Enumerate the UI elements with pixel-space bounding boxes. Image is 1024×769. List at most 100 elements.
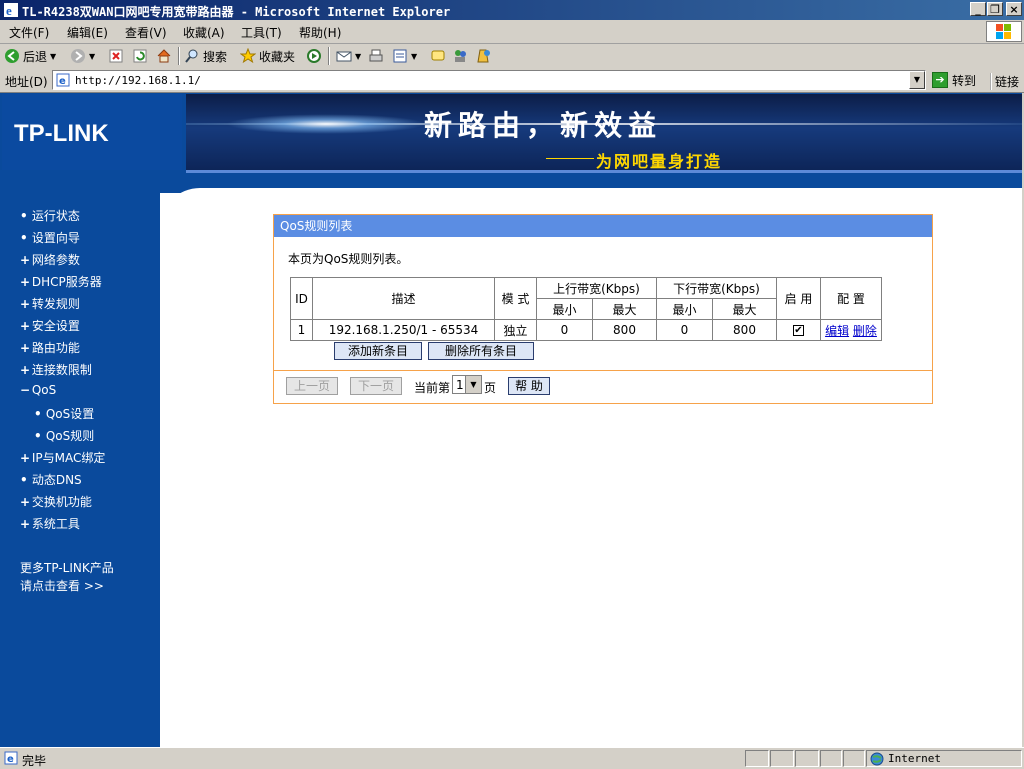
discuss-button[interactable] (430, 46, 446, 66)
window-title: TL-R4238双WAN口网吧专用宽带路由器 - Microsoft Inter… (22, 5, 451, 19)
address-url: http://192.168.1.1/ (75, 74, 201, 87)
menu-help[interactable]: 帮助(H) (299, 24, 341, 41)
stop-button[interactable] (108, 46, 124, 66)
more-products-text: 更多TP-LINK产品 (20, 561, 114, 575)
cell-config: 编辑 删除 (820, 319, 882, 341)
back-dropdown-icon[interactable]: ▼ (50, 52, 56, 61)
home-icon (156, 48, 172, 64)
links-button[interactable]: 链接 (990, 73, 1019, 90)
menu-file[interactable]: 文件(F) (9, 24, 49, 41)
search-button[interactable]: 搜索 (184, 46, 227, 66)
edit-button[interactable]: ▼ (392, 46, 417, 66)
nav-item-switch[interactable]: + 交换机功能 (20, 493, 92, 510)
status-bar: e 完毕 Internet (0, 747, 1024, 769)
page-header: TP-LINK 新路由，新效益 为网吧量身打造 (0, 93, 1022, 173)
windows-logo-icon (986, 21, 1022, 42)
refresh-icon (132, 48, 148, 64)
expand-icon: + (20, 495, 31, 509)
cell-down-min: 0 (656, 319, 713, 341)
page-select[interactable]: 1 ▼ (452, 375, 482, 394)
prev-page-button[interactable]: 上一页 (286, 377, 338, 395)
refresh-button[interactable] (132, 46, 148, 66)
nav-label: 路由功能 (31, 341, 80, 355)
media-button[interactable] (306, 46, 322, 66)
forward-button[interactable]: ▼ (70, 46, 95, 66)
tplink-logo: TP-LINK (2, 94, 182, 170)
nav-item-system-tools[interactable]: + 系统工具 (20, 515, 80, 532)
qos-rules-panel: QoS规则列表 本页为QoS规则列表。 ID 描述 模 式 上行带宽(Kbps)… (273, 214, 933, 404)
nav-item-ddns[interactable]: • 动态DNS (20, 471, 82, 488)
go-button[interactable]: ➔ 转到 (932, 70, 976, 90)
menu-favorites[interactable]: 收藏(A) (183, 24, 225, 41)
menu-bar: 文件(F) 编辑(E) 查看(V) 收藏(A) 工具(T) 帮助(H) (0, 20, 1024, 44)
nav-item-routing[interactable]: + 路由功能 (20, 339, 80, 356)
table-row: 1 192.168.1.250/1 - 65534 独立 0 800 0 800… (290, 319, 882, 341)
print-icon (368, 48, 384, 64)
menu-tools[interactable]: 工具(T) (241, 24, 282, 41)
help-button[interactable]: 帮 助 (508, 377, 550, 395)
col-enable: 启 用 (776, 277, 821, 320)
mail-button[interactable]: ▼ (336, 46, 361, 66)
sidebar: • 运行状态 • 设置向导 + 网络参数 + DHCP服务器 + 转发规则 + … (0, 173, 160, 747)
research-button[interactable] (476, 46, 492, 66)
nav-item-wizard[interactable]: • 设置向导 (20, 229, 80, 246)
nav-label: QoS (31, 383, 57, 397)
edit-page-icon (392, 48, 408, 64)
browser-content: TP-LINK 新路由，新效益 为网吧量身打造 • 运行状态 • 设置向导 + … (0, 93, 1022, 747)
status-pane (770, 750, 794, 767)
cell-desc: 192.168.1.250/1 - 65534 (312, 319, 495, 341)
forward-dropdown-icon[interactable]: ▼ (89, 52, 95, 61)
nav-item-network[interactable]: + 网络参数 (20, 251, 80, 268)
back-button[interactable]: 后退 ▼ (4, 46, 56, 66)
expand-icon: + (20, 451, 31, 465)
menu-edit[interactable]: 编辑(E) (67, 24, 108, 41)
address-dropdown-icon[interactable]: ▼ (909, 71, 925, 89)
expand-icon: + (20, 297, 31, 311)
delete-all-button[interactable]: 删除所有条目 (428, 342, 534, 360)
nav-item-forwarding[interactable]: + 转发规则 (20, 295, 80, 312)
toolbar: 后退 ▼ ▼ 搜索 收藏夹 ▼ ▼ (0, 44, 1024, 69)
address-input[interactable]: e http://192.168.1.1/ ▼ (52, 70, 926, 90)
cell-down-max: 800 (712, 319, 777, 341)
banner-slogan: 新路由，新效益 (424, 109, 663, 142)
cell-id: 1 (290, 319, 313, 341)
home-button[interactable] (156, 46, 172, 66)
status-pane (843, 750, 865, 767)
print-button[interactable] (368, 46, 384, 66)
stop-icon (108, 48, 124, 64)
nav-item-qos[interactable]: − QoS (20, 383, 56, 397)
search-label: 搜索 (203, 49, 228, 64)
close-button[interactable]: × (1006, 2, 1022, 16)
nav-item-qos-settings[interactable]: • QoS设置 (34, 405, 94, 422)
page-done-icon: e (4, 751, 18, 765)
edit-dropdown-icon[interactable]: ▼ (411, 52, 417, 61)
nav-item-qos-rules[interactable]: • QoS规则 (34, 427, 94, 444)
page-icon: e (56, 73, 70, 87)
nav-item-status[interactable]: • 运行状态 (20, 207, 80, 224)
nav-item-dhcp[interactable]: + DHCP服务器 (20, 273, 102, 290)
media-icon (306, 48, 322, 64)
messenger-icon (452, 48, 468, 64)
delete-link[interactable]: 删除 (853, 324, 877, 338)
col-up-max: 最大 (592, 298, 657, 320)
bullet-icon: • (34, 429, 42, 443)
edit-link[interactable]: 编辑 (825, 324, 849, 338)
mail-dropdown-icon[interactable]: ▼ (355, 52, 361, 61)
maximize-button[interactable]: ❐ (987, 2, 1003, 16)
expand-icon: + (20, 275, 31, 289)
nav-label: 网络参数 (31, 253, 80, 267)
add-entry-button[interactable]: 添加新条目 (334, 342, 422, 360)
more-products-link[interactable]: 请点击查看 >> (20, 577, 104, 594)
enable-checkbox[interactable]: ✔ (793, 325, 804, 336)
nav-item-connection-limit[interactable]: + 连接数限制 (20, 361, 92, 378)
nav-item-ip-mac-binding[interactable]: + IP与MAC绑定 (20, 449, 105, 466)
nav-item-security[interactable]: + 安全设置 (20, 317, 80, 334)
favorites-button[interactable]: 收藏夹 (239, 46, 295, 66)
minimize-button[interactable]: _ (970, 2, 986, 16)
menu-view[interactable]: 查看(V) (125, 24, 167, 41)
main-top-white (200, 188, 1022, 208)
next-page-button[interactable]: 下一页 (350, 377, 402, 395)
messenger-button[interactable] (452, 46, 468, 66)
nav-label: QoS规则 (45, 429, 95, 443)
current-page-suffix: 页 (484, 381, 497, 395)
